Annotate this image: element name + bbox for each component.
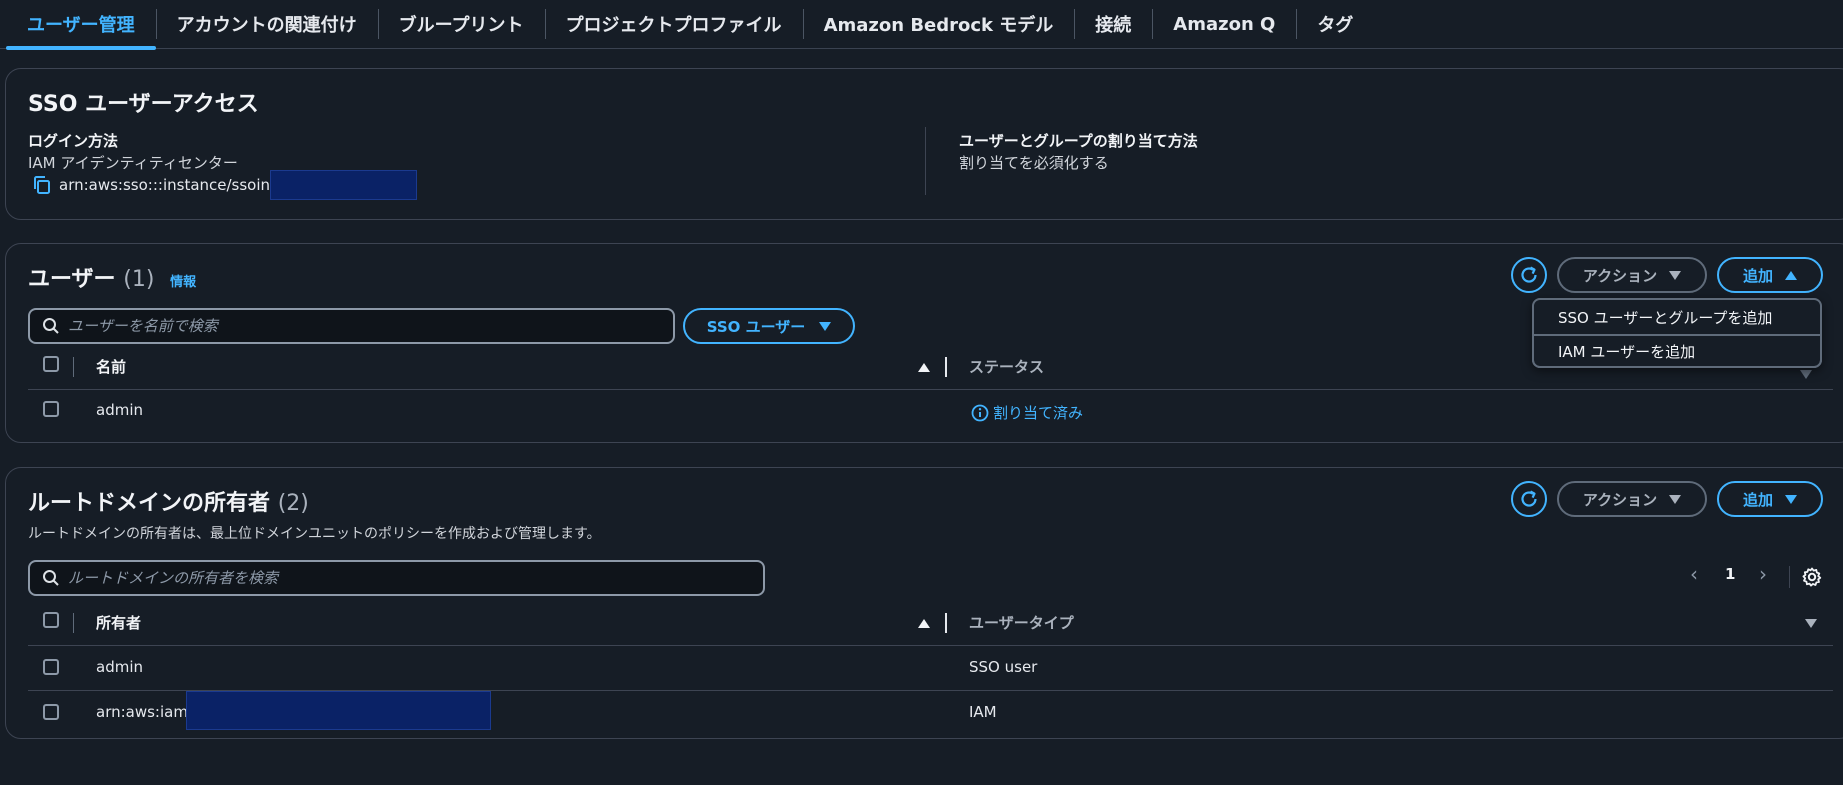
add-label: 追加 — [1742, 266, 1773, 285]
user-type-cell: SSO user — [969, 658, 1038, 676]
column-header-name[interactable]: 名前 — [96, 356, 126, 377]
chevron-left-icon[interactable]: ‹ — [1690, 562, 1698, 586]
redacted-block — [186, 691, 491, 730]
row-checkbox[interactable] — [43, 704, 59, 720]
current-page[interactable]: 1 — [1725, 565, 1735, 583]
tab-account-association[interactable]: アカウントの関連付け — [155, 0, 378, 49]
row-divider — [28, 645, 1833, 646]
caret-down-icon — [819, 321, 832, 331]
refresh-button[interactable] — [1511, 481, 1547, 517]
sort-ascending-icon[interactable] — [918, 363, 930, 372]
chevron-right-icon[interactable]: › — [1759, 562, 1767, 586]
tab-connections[interactable]: 接続 — [1074, 0, 1152, 49]
tab-user-management[interactable]: ユーザー管理 — [6, 0, 156, 50]
column-resizer[interactable] — [945, 613, 947, 633]
users-title-text: ユーザー — [28, 267, 116, 292]
sso-access-panel: SSO ユーザーアクセス ログイン方法 IAM アイデンティティセンター arn… — [5, 68, 1843, 220]
actions-label: アクション — [1582, 266, 1658, 285]
user-search-input[interactable] — [68, 317, 636, 335]
app-root: ユーザー管理 アカウントの関連付け ブループリント プロジェクトプロファイル A… — [0, 0, 1843, 785]
refresh-icon — [1521, 490, 1537, 507]
caret-down-icon — [1669, 270, 1682, 280]
add-label: 追加 — [1742, 490, 1773, 509]
column-separator — [73, 613, 74, 633]
caret-down-icon — [1785, 494, 1797, 504]
search-icon — [43, 318, 59, 334]
row-divider — [28, 389, 1833, 390]
tab-project-profiles[interactable]: プロジェクトプロファイル — [544, 0, 803, 49]
user-search-field[interactable] — [28, 308, 675, 344]
caret-down-icon — [1669, 494, 1682, 504]
user-name-cell: admin — [96, 401, 143, 419]
login-method-value: IAM アイデンティティセンター — [28, 154, 238, 172]
owner-search-input[interactable] — [68, 569, 717, 587]
add-button[interactable]: 追加 — [1717, 481, 1823, 517]
column-header-status[interactable]: ステータス — [969, 356, 1044, 377]
select-all-checkbox[interactable] — [43, 612, 59, 628]
row-checkbox[interactable] — [43, 659, 59, 675]
tab-bedrock-models[interactable]: Amazon Bedrock モデル — [802, 0, 1075, 49]
settings-button[interactable] — [1801, 566, 1823, 592]
actions-label: アクション — [1582, 490, 1658, 509]
instance-arn: arn:aws:sso:::instance/ssoins- — [59, 176, 284, 194]
refresh-icon — [1521, 266, 1537, 283]
tab-bar: ユーザー管理 アカウントの関連付け ブループリント プロジェクトプロファイル A… — [0, 0, 1843, 50]
users-title: ユーザー (1) 情報 — [28, 261, 196, 293]
owner-cell: admin — [96, 658, 143, 676]
tab-blueprints[interactable]: ブループリント — [377, 0, 545, 49]
column-separator — [73, 357, 74, 377]
owners-panel: ルートドメインの所有者 (2) ルートドメインの所有者は、最上位ドメインユニット… — [5, 467, 1843, 739]
info-link[interactable]: 情報 — [170, 275, 196, 290]
owner-cell: arn:aws:iam: — [96, 703, 194, 721]
sso-user-filter[interactable]: SSO ユーザー — [683, 308, 855, 344]
sso-access-title: SSO ユーザーアクセス — [28, 92, 259, 117]
pager-divider — [1789, 566, 1790, 588]
search-icon — [43, 570, 59, 586]
actions-button[interactable]: アクション — [1557, 257, 1707, 293]
column-divider — [925, 127, 926, 195]
tab-tags[interactable]: タグ — [1296, 0, 1374, 49]
add-button[interactable]: 追加 — [1717, 257, 1823, 293]
login-method-label: ログイン方法 — [28, 132, 119, 150]
info-icon — [971, 404, 989, 421]
sort-icon[interactable] — [1805, 619, 1817, 628]
column-resizer[interactable] — [945, 357, 947, 377]
menu-item-add-iam[interactable]: IAM ユーザーを追加 — [1532, 334, 1822, 368]
tab-amazon-q[interactable]: Amazon Q — [1152, 0, 1296, 49]
assignment-method-label: ユーザーとグループの割り当て方法 — [959, 132, 1198, 150]
owners-count: (2) — [277, 491, 309, 516]
copy-icon[interactable] — [32, 175, 52, 195]
owners-description: ルートドメインの所有者は、最上位ドメインユニットのポリシーを作成および管理します… — [28, 526, 601, 542]
sort-ascending-icon[interactable] — [918, 619, 930, 628]
menu-item-add-sso[interactable]: SSO ユーザーとグループを追加 — [1534, 300, 1820, 334]
user-type-cell: IAM — [969, 703, 997, 721]
owners-title-text: ルートドメインの所有者 — [28, 491, 271, 516]
users-count: (1) — [123, 267, 155, 292]
owner-search-field[interactable] — [28, 560, 765, 596]
gear-icon — [1802, 567, 1822, 587]
redacted-block — [270, 170, 417, 200]
refresh-button[interactable] — [1511, 257, 1547, 293]
column-header-owner[interactable]: 所有者 — [96, 612, 141, 633]
assignment-method-value: 割り当てを必須化する — [959, 154, 1109, 172]
status-cell[interactable]: 割り当て済み — [971, 402, 1083, 423]
select-all-checkbox[interactable] — [43, 356, 59, 372]
row-checkbox[interactable] — [43, 401, 59, 417]
caret-up-icon — [1785, 270, 1797, 280]
owners-title: ルートドメインの所有者 (2) — [28, 485, 309, 517]
status-text: 割り当て済み — [993, 404, 1084, 422]
actions-button[interactable]: アクション — [1557, 481, 1707, 517]
filter-label: SSO ユーザー — [706, 317, 806, 336]
sort-icon[interactable] — [1800, 370, 1812, 379]
add-dropdown-menu: SSO ユーザーとグループを追加 IAM ユーザーを追加 — [1532, 298, 1822, 368]
column-header-user-type[interactable]: ユーザータイプ — [969, 612, 1074, 633]
